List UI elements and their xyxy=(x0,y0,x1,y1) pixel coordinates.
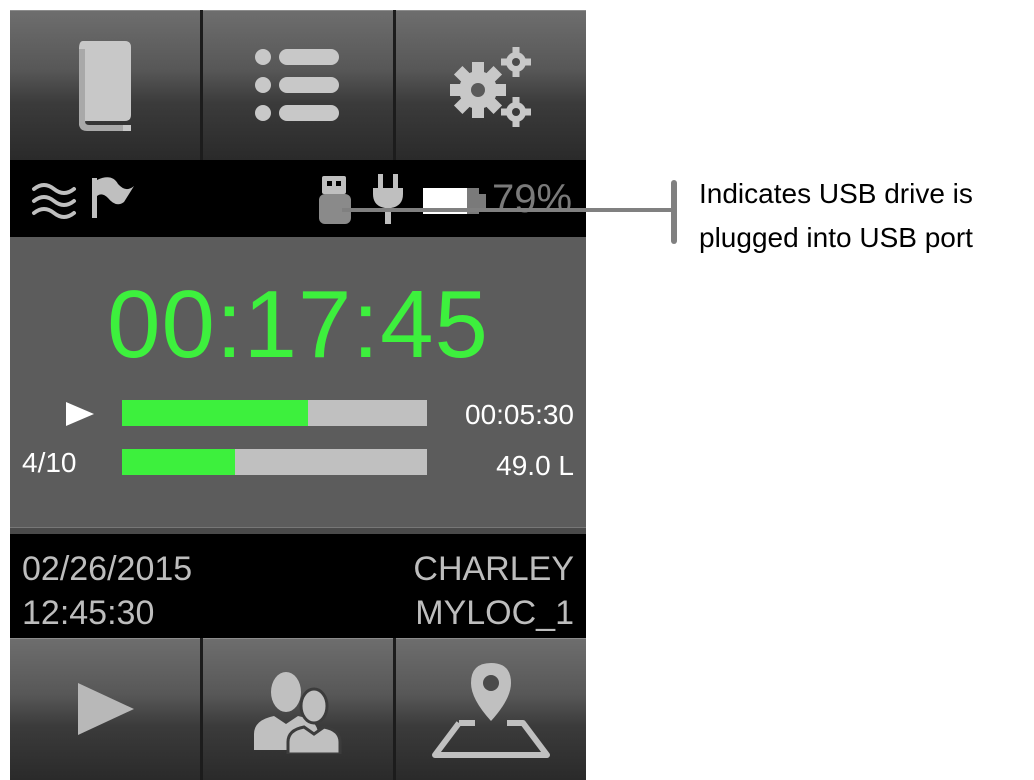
list-icon xyxy=(255,49,339,121)
manual-button[interactable] xyxy=(10,10,200,160)
map-pin-icon xyxy=(432,663,550,758)
current-date: 02/26/2015 xyxy=(22,550,193,588)
status-bar: 79% xyxy=(10,160,586,237)
power-plug-icon xyxy=(373,174,403,224)
gears-icon xyxy=(450,47,531,127)
flag-icon xyxy=(92,177,134,218)
current-time: 12:45:30 xyxy=(22,594,155,632)
users-icon xyxy=(254,672,342,754)
users-button[interactable] xyxy=(203,638,393,780)
elapsed-progress-fill xyxy=(122,400,309,426)
callout-bracket xyxy=(671,180,677,244)
elapsed-time: 00:05:30 xyxy=(465,399,574,430)
play-icon xyxy=(78,683,134,735)
location-name: MYLOC_1 xyxy=(415,594,574,632)
play-status-icon xyxy=(66,402,94,426)
volume-readout: 49.0 L xyxy=(496,450,574,481)
settings-button[interactable] xyxy=(396,10,586,160)
location-button[interactable] xyxy=(396,638,586,780)
top-nav xyxy=(10,10,586,160)
count-progress-fill xyxy=(122,449,235,475)
callout-annotation: Indicates USB drive is plugged into USB … xyxy=(699,172,1034,260)
sample-count: 4/10 xyxy=(22,447,77,478)
play-button[interactable] xyxy=(10,638,200,780)
callout-line-1: Indicates USB drive is xyxy=(699,178,973,209)
device-screen: 79% 00:17:45 00:05:30 4/10 49.0 L 02/26/… xyxy=(10,10,586,780)
count-progress-bar xyxy=(122,449,427,475)
waves-icon xyxy=(32,183,76,219)
run-panel: 00:17:45 00:05:30 4/10 49.0 L xyxy=(10,237,586,527)
bottom-nav xyxy=(10,638,586,780)
book-icon xyxy=(79,41,131,131)
usb-drive-icon xyxy=(319,176,351,224)
list-button[interactable] xyxy=(203,10,393,160)
battery-percentage: 79% xyxy=(492,177,573,221)
user-name: CHARLEY xyxy=(413,550,574,588)
elapsed-progress-bar xyxy=(122,400,427,426)
run-timer: 00:17:45 xyxy=(107,271,489,378)
callout-leader-line xyxy=(342,208,671,212)
callout-line-2: plugged into USB port xyxy=(699,222,973,253)
info-panel: 02/26/2015 12:45:30 CHARLEY MYLOC_1 xyxy=(10,534,586,638)
